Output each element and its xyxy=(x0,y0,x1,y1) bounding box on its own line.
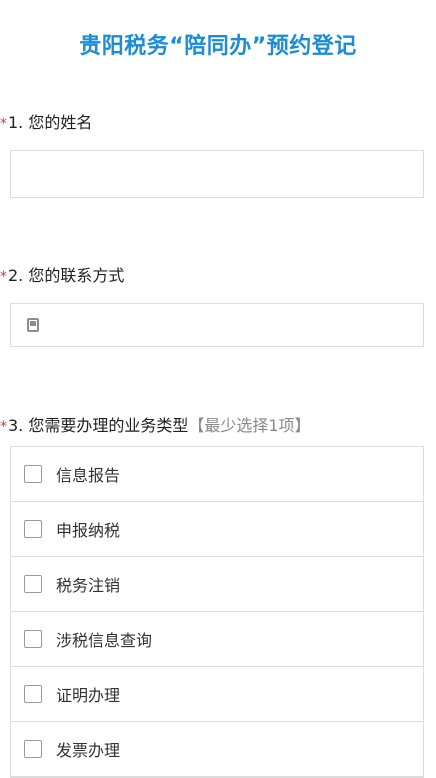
page-title: 贵阳税务“陪同办”预约登记 xyxy=(79,34,357,59)
question-3-hint: 【最少选择1项】 xyxy=(188,416,311,435)
name-input[interactable] xyxy=(10,150,424,198)
checkbox[interactable] xyxy=(24,465,42,483)
option-label: 申报纳税 xyxy=(56,521,121,540)
question-2-text: 2. 您的联系方式 xyxy=(8,266,125,285)
question-2-label: *2. 您的联系方式 xyxy=(0,262,124,286)
required-mark: * xyxy=(0,419,7,435)
checkbox[interactable] xyxy=(24,520,42,538)
option-row[interactable]: 信息报告 xyxy=(11,447,423,502)
business-type-options: 信息报告 申报纳税 税务注销 涉税信息查询 证明办理 发票办理 xyxy=(10,446,424,778)
phone-icon xyxy=(27,318,39,332)
option-row[interactable]: 证明办理 xyxy=(11,667,423,722)
required-mark: * xyxy=(0,269,7,285)
option-label: 涉税信息查询 xyxy=(56,631,153,650)
option-row[interactable]: 涉税信息查询 xyxy=(11,612,423,667)
option-label: 证明办理 xyxy=(56,686,121,705)
option-row[interactable]: 税务注销 xyxy=(11,557,423,612)
question-1-label: *1. 您的姓名 xyxy=(0,109,92,133)
option-row[interactable]: 申报纳税 xyxy=(11,502,423,557)
question-3-text: 3. 您需要办理的业务类型 xyxy=(8,416,189,435)
option-row[interactable]: 发票办理 xyxy=(11,722,423,777)
contact-input[interactable] xyxy=(10,303,424,347)
option-label: 税务注销 xyxy=(56,576,121,595)
option-label: 信息报告 xyxy=(56,466,121,485)
checkbox[interactable] xyxy=(24,685,42,703)
checkbox[interactable] xyxy=(24,630,42,648)
checkbox[interactable] xyxy=(24,575,42,593)
question-3-label: *3. 您需要办理的业务类型【最少选择1项】 xyxy=(0,412,311,436)
required-mark: * xyxy=(0,116,7,132)
option-label: 发票办理 xyxy=(56,741,121,760)
question-1-text: 1. 您的姓名 xyxy=(8,113,93,132)
checkbox[interactable] xyxy=(24,740,42,758)
